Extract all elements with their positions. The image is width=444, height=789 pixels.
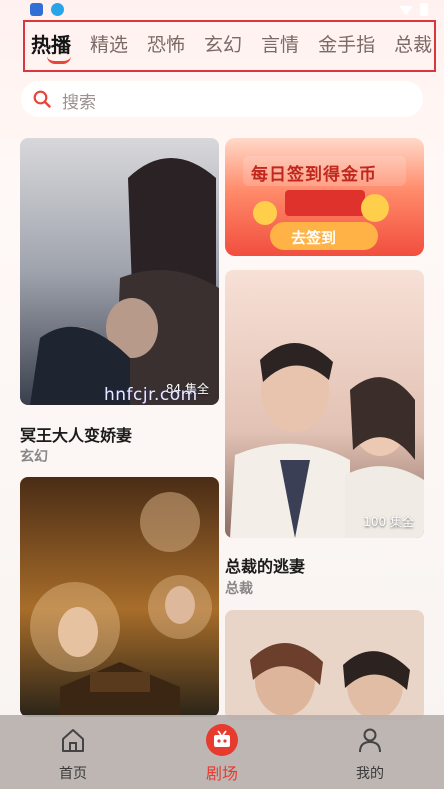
cover-image: [225, 270, 424, 538]
checkin-banner[interactable]: 每日签到得金币 去签到: [225, 138, 424, 256]
tab-hot[interactable]: 热播: [31, 32, 71, 64]
drama-cover[interactable]: 84 集全: [20, 138, 219, 405]
drama-title[interactable]: 冥王大人变娇妻: [20, 422, 132, 446]
download-notification-icon: [51, 3, 64, 16]
tab-horror[interactable]: 恐怖: [147, 32, 185, 58]
bottom-nav: 首页 剧场 我的: [0, 715, 444, 789]
nav-home[interactable]: 首页: [28, 715, 118, 789]
drama-genre: 玄幻: [20, 449, 48, 465]
tab-ceo[interactable]: 总裁: [394, 32, 432, 58]
battery-icon: [420, 3, 428, 16]
nav-theater[interactable]: 剧场: [177, 715, 267, 789]
tab-fantasy[interactable]: 玄幻: [204, 32, 242, 58]
search-icon: [33, 90, 51, 108]
nav-theater-label: 剧场: [205, 764, 238, 783]
drama-genre: 总裁: [225, 581, 253, 597]
tv-icon: [206, 724, 238, 756]
drama-card[interactable]: [225, 610, 424, 720]
drama-card[interactable]: 84 集全 冥王大人变娇妻 玄幻: [20, 138, 219, 468]
drama-card[interactable]: [20, 477, 219, 717]
tab-romance[interactable]: 言情: [261, 32, 299, 58]
watermark-text: hnfcjr.com: [104, 385, 198, 405]
nav-profile[interactable]: 我的: [325, 715, 415, 789]
nav-home-label: 首页: [59, 766, 87, 782]
category-tabs: 热播 精选 恐怖 玄幻 言情 金手指 总裁: [23, 20, 436, 72]
home-icon: [62, 729, 84, 752]
nav-profile-label: 我的: [356, 766, 384, 782]
cover-image: [225, 610, 424, 720]
banner-title: 每日签到得金币: [251, 165, 377, 185]
drama-cover[interactable]: [225, 610, 424, 720]
search-placeholder: 搜索: [62, 93, 96, 113]
app-notification-icon: [30, 3, 43, 16]
tab-golden-finger[interactable]: 金手指: [318, 32, 375, 58]
wifi-icon: [399, 5, 413, 16]
checkin-button[interactable]: 去签到: [291, 227, 336, 248]
drama-cover[interactable]: [20, 477, 219, 717]
status-bar: [0, 0, 444, 22]
drama-title[interactable]: 总裁的逃妻: [225, 553, 305, 577]
cover-image: [20, 477, 219, 717]
profile-icon: [359, 728, 381, 753]
search-bar[interactable]: 搜索: [21, 81, 423, 117]
episode-count: 100 集全: [363, 515, 414, 529]
drama-cover[interactable]: 100 集全: [225, 270, 424, 538]
tab-featured[interactable]: 精选: [90, 32, 128, 58]
drama-card[interactable]: 100 集全 总裁的逃妻 总裁: [225, 270, 424, 600]
cover-image: [20, 138, 219, 405]
